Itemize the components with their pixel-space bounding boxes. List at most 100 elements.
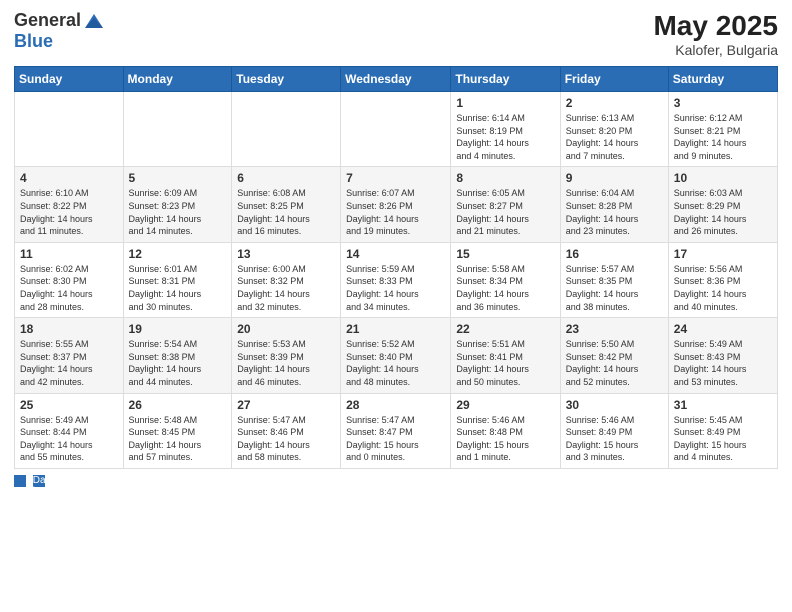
calendar-cell: 14 Sunrise: 5:59 AM Sunset: 8:33 PM Dayli… <box>341 242 451 317</box>
day-number: 19 <box>129 322 227 336</box>
calendar-cell <box>123 92 232 167</box>
day-info: Sunrise: 6:04 AM Sunset: 8:28 PM Dayligh… <box>566 187 663 237</box>
day-info: Sunrise: 6:05 AM Sunset: 8:27 PM Dayligh… <box>456 187 554 237</box>
day-info: Sunrise: 5:50 AM Sunset: 8:42 PM Dayligh… <box>566 338 663 388</box>
day-info: Sunrise: 5:58 AM Sunset: 8:34 PM Dayligh… <box>456 263 554 313</box>
calendar-cell <box>15 92 124 167</box>
day-number: 17 <box>674 247 772 261</box>
day-info: Sunrise: 5:57 AM Sunset: 8:35 PM Dayligh… <box>566 263 663 313</box>
day-number: 1 <box>456 96 554 110</box>
calendar-cell: 17 Sunrise: 5:56 AM Sunset: 8:36 PM Dayli… <box>668 242 777 317</box>
calendar-cell: 20 Sunrise: 5:53 AM Sunset: 8:39 PM Dayli… <box>232 318 341 393</box>
day-number: 20 <box>237 322 335 336</box>
col-tuesday: Tuesday <box>232 67 341 92</box>
day-info: Sunrise: 5:53 AM Sunset: 8:39 PM Dayligh… <box>237 338 335 388</box>
day-number: 21 <box>346 322 445 336</box>
daylight-color-swatch <box>14 475 26 487</box>
day-number: 10 <box>674 171 772 185</box>
calendar-cell: 4 Sunrise: 6:10 AM Sunset: 8:22 PM Daylig… <box>15 167 124 242</box>
day-info: Sunrise: 6:10 AM Sunset: 8:22 PM Dayligh… <box>20 187 118 237</box>
calendar-cell: 29 Sunrise: 5:46 AM Sunset: 8:48 PM Dayli… <box>451 393 560 468</box>
day-number: 5 <box>129 171 227 185</box>
day-number: 31 <box>674 398 772 412</box>
day-info: Sunrise: 5:59 AM Sunset: 8:33 PM Dayligh… <box>346 263 445 313</box>
calendar-week-row-2: 4 Sunrise: 6:10 AM Sunset: 8:22 PM Daylig… <box>15 167 778 242</box>
day-info: Sunrise: 6:12 AM Sunset: 8:21 PM Dayligh… <box>674 112 772 162</box>
day-info: Sunrise: 5:47 AM Sunset: 8:46 PM Dayligh… <box>237 414 335 464</box>
day-info: Sunrise: 5:46 AM Sunset: 8:48 PM Dayligh… <box>456 414 554 464</box>
calendar-cell: 31 Sunrise: 5:45 AM Sunset: 8:49 PM Dayli… <box>668 393 777 468</box>
calendar-cell: 24Sunrise: 5:49 AM Sunset: 8:43 PM Dayli… <box>668 318 777 393</box>
title-block: May 2025 Kalofer, Bulgaria <box>653 10 778 58</box>
day-number: 9 <box>566 171 663 185</box>
day-info: Sunrise: 5:56 AM Sunset: 8:36 PM Dayligh… <box>674 263 772 313</box>
day-number: 6 <box>237 171 335 185</box>
calendar-cell: 8Sunrise: 6:05 AM Sunset: 8:27 PM Daylig… <box>451 167 560 242</box>
col-sunday: Sunday <box>15 67 124 92</box>
calendar-cell <box>341 92 451 167</box>
logo-general-text: General <box>14 11 81 31</box>
day-info: Sunrise: 6:09 AM Sunset: 8:23 PM Dayligh… <box>129 187 227 237</box>
day-number: 24 <box>674 322 772 336</box>
calendar-week-row-1: 1 Sunrise: 6:14 AM Sunset: 8:19 PM Daylig… <box>15 92 778 167</box>
day-number: 30 <box>566 398 663 412</box>
calendar-cell: 21 Sunrise: 5:52 AM Sunset: 8:40 PM Dayli… <box>341 318 451 393</box>
day-info: Sunrise: 5:47 AM Sunset: 8:47 PM Dayligh… <box>346 414 445 464</box>
calendar-cell: 19 Sunrise: 5:54 AM Sunset: 8:38 PM Dayli… <box>123 318 232 393</box>
calendar-cell: 11Sunrise: 6:02 AM Sunset: 8:30 PM Dayli… <box>15 242 124 317</box>
day-info: Sunrise: 5:45 AM Sunset: 8:49 PM Dayligh… <box>674 414 772 464</box>
footer-label: Daylight hours <box>33 475 45 487</box>
logo: General Blue <box>14 10 105 52</box>
day-number: 16 <box>566 247 663 261</box>
col-friday: Friday <box>560 67 668 92</box>
day-number: 28 <box>346 398 445 412</box>
main-title: May 2025 <box>653 10 778 42</box>
day-info: Sunrise: 5:49 AM Sunset: 8:44 PM Dayligh… <box>20 414 118 464</box>
day-info: Sunrise: 6:01 AM Sunset: 8:31 PM Dayligh… <box>129 263 227 313</box>
calendar-cell: 23 Sunrise: 5:50 AM Sunset: 8:42 PM Dayli… <box>560 318 668 393</box>
logo-blue-text: Blue <box>14 32 105 52</box>
calendar-cell: 15 Sunrise: 5:58 AM Sunset: 8:34 PM Dayli… <box>451 242 560 317</box>
day-info: Sunrise: 5:52 AM Sunset: 8:40 PM Dayligh… <box>346 338 445 388</box>
calendar-cell: 25 Sunrise: 5:49 AM Sunset: 8:44 PM Dayli… <box>15 393 124 468</box>
calendar-cell: 10 Sunrise: 6:03 AM Sunset: 8:29 PM Dayli… <box>668 167 777 242</box>
day-info: Sunrise: 6:00 AM Sunset: 8:32 PM Dayligh… <box>237 263 335 313</box>
day-number: 23 <box>566 322 663 336</box>
calendar-cell: 9 Sunrise: 6:04 AM Sunset: 8:28 PM Daylig… <box>560 167 668 242</box>
day-info: Sunrise: 6:14 AM Sunset: 8:19 PM Dayligh… <box>456 112 554 162</box>
day-info: Sunrise: 5:55 AM Sunset: 8:37 PM Dayligh… <box>20 338 118 388</box>
day-number: 25 <box>20 398 118 412</box>
day-number: 26 <box>129 398 227 412</box>
day-info: Sunrise: 6:08 AM Sunset: 8:25 PM Dayligh… <box>237 187 335 237</box>
calendar-cell: 5 Sunrise: 6:09 AM Sunset: 8:23 PM Daylig… <box>123 167 232 242</box>
day-number: 4 <box>20 171 118 185</box>
day-number: 3 <box>674 96 772 110</box>
day-info: Sunrise: 6:03 AM Sunset: 8:29 PM Dayligh… <box>674 187 772 237</box>
day-info: Sunrise: 5:54 AM Sunset: 8:38 PM Dayligh… <box>129 338 227 388</box>
calendar-header-row: Sunday Monday Tuesday Wednesday Thursday… <box>15 67 778 92</box>
page: General Blue May 2025 Kalofer, Bulgaria … <box>0 0 792 612</box>
calendar-cell: 3 Sunrise: 6:12 AM Sunset: 8:21 PM Daylig… <box>668 92 777 167</box>
footer-note: Daylight hours <box>14 475 778 487</box>
logo-icon <box>83 10 105 32</box>
header: General Blue May 2025 Kalofer, Bulgaria <box>14 10 778 58</box>
calendar-cell: 18 Sunrise: 5:55 AM Sunset: 8:37 PM Dayli… <box>15 318 124 393</box>
calendar-table: Sunday Monday Tuesday Wednesday Thursday… <box>14 66 778 469</box>
day-info: Sunrise: 6:02 AM Sunset: 8:30 PM Dayligh… <box>20 263 118 313</box>
day-number: 14 <box>346 247 445 261</box>
calendar-cell: 26 Sunrise: 5:48 AM Sunset: 8:45 PM Dayli… <box>123 393 232 468</box>
day-number: 15 <box>456 247 554 261</box>
day-number: 29 <box>456 398 554 412</box>
logo-text: General Blue <box>14 10 105 52</box>
calendar-cell <box>232 92 341 167</box>
calendar-week-row-4: 18 Sunrise: 5:55 AM Sunset: 8:37 PM Dayli… <box>15 318 778 393</box>
day-info: Sunrise: 5:48 AM Sunset: 8:45 PM Dayligh… <box>129 414 227 464</box>
day-number: 18 <box>20 322 118 336</box>
day-number: 2 <box>566 96 663 110</box>
calendar-week-row-5: 25 Sunrise: 5:49 AM Sunset: 8:44 PM Dayli… <box>15 393 778 468</box>
day-info: Sunrise: 5:46 AM Sunset: 8:49 PM Dayligh… <box>566 414 663 464</box>
calendar-cell: 6 Sunrise: 6:08 AM Sunset: 8:25 PM Daylig… <box>232 167 341 242</box>
calendar-cell: 12Sunrise: 6:01 AM Sunset: 8:31 PM Dayli… <box>123 242 232 317</box>
col-saturday: Saturday <box>668 67 777 92</box>
day-number: 13 <box>237 247 335 261</box>
